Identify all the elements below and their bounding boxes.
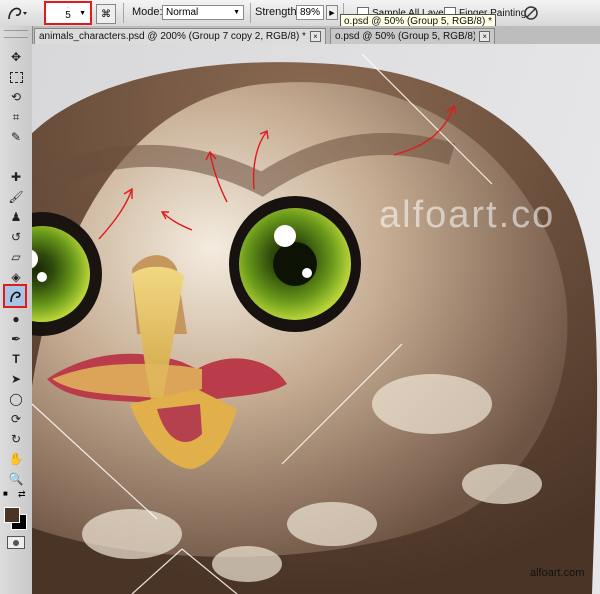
brush-size-picker[interactable]: · 5 ▼ [44,1,92,25]
strength-input[interactable]: 89% [296,5,324,20]
tab-o-psd[interactable]: o.psd @ 50% (Group 5, RGB/8) * × [330,28,495,44]
tablet-pressure-button[interactable] [522,4,540,22]
toolbox-grip[interactable] [4,30,28,38]
tab-label: animals_characters.psd @ 200% (Group 7 c… [39,31,306,42]
move-icon[interactable]: ✥ [6,48,26,66]
eyedropper-icon[interactable]: ✎ [6,128,26,146]
strength-slider-toggle[interactable]: ▶ [326,5,338,20]
chevron-down-icon: ▼ [233,9,240,16]
history-brush-icon[interactable]: ↺ [6,228,26,246]
mode-label: Mode: [132,6,163,18]
tool-preset-picker[interactable] [3,3,29,23]
quick-mask-button[interactable] [7,536,25,549]
brush-size-value: 5 [65,10,71,21]
toolbox: ✥ ⟲ ⌗ ✎ ✚ 🖌 ♟ ↺ ▱ ◈ ● ✒ T ➤ ◯ ⟳ ↻ ✋ 🔍 ■ … [0,26,33,594]
stamp-icon[interactable]: ♟ [6,208,26,226]
shape-icon[interactable]: ◯ [6,390,26,408]
strength-label: Strength: [255,6,300,18]
type-icon[interactable]: T [6,350,26,368]
chevron-right-icon: ▶ [329,9,335,17]
tablet-pressure-icon [524,6,538,20]
smudge-tool-icon [8,7,27,20]
brush-icon[interactable]: 🖌 [6,188,26,206]
default-colors-icon[interactable]: ■ [3,489,8,498]
tab-label: o.psd @ 50% (Group 5, RGB/8) * [335,31,476,42]
right-eye [229,196,361,332]
dodge-icon[interactable]: ● [6,310,26,328]
hand-icon[interactable]: ✋ [6,450,26,468]
swap-colors-icon[interactable]: ⇄ [18,489,26,500]
quick-mask-icon [13,539,19,546]
document-canvas[interactable]: alfoart.co alfoart.com [32,44,600,594]
zoom-icon[interactable]: 🔍 [6,470,26,488]
chevron-down-icon: ▼ [79,10,86,17]
document-tab-bar: animals_characters.psd @ 200% (Group 7 c… [32,26,600,45]
smudge-icon[interactable] [3,284,27,308]
3d-rotate-icon[interactable]: ⟳ [6,410,26,428]
smudge-finger-icon [10,291,21,303]
healing-icon[interactable]: ✚ [6,168,26,186]
strength-value: 89% [300,7,321,18]
brush-panel-toggle[interactable]: ⌘ [96,4,116,24]
close-icon[interactable]: × [479,31,490,42]
foreground-color-swatch[interactable] [4,507,20,523]
brush-panel-icon: ⌘ [101,8,111,20]
eraser-icon[interactable]: ▱ [6,248,26,266]
mode-value: Normal [166,7,199,18]
3d-orbit-icon[interactable]: ↻ [6,430,26,448]
pen-icon[interactable]: ✒ [6,330,26,348]
owl-artwork [32,44,600,594]
credit-text: alfoart.com [530,567,585,579]
lasso-icon[interactable]: ⟲ [6,88,26,106]
path-select-icon[interactable]: ➤ [6,370,26,388]
close-icon[interactable]: × [309,31,321,42]
tool-options-bar: · 5 ▼ ⌘ Mode: Normal ▼ Strength: 89% ▶ S… [0,0,600,27]
watermark-text: alfoart.co [379,194,556,236]
marquee-icon[interactable] [6,68,26,86]
mode-select[interactable]: Normal ▼ [162,5,244,20]
crop-icon[interactable]: ⌗ [6,108,26,126]
tab-animals-characters[interactable]: animals_characters.psd @ 200% (Group 7 c… [34,28,326,44]
